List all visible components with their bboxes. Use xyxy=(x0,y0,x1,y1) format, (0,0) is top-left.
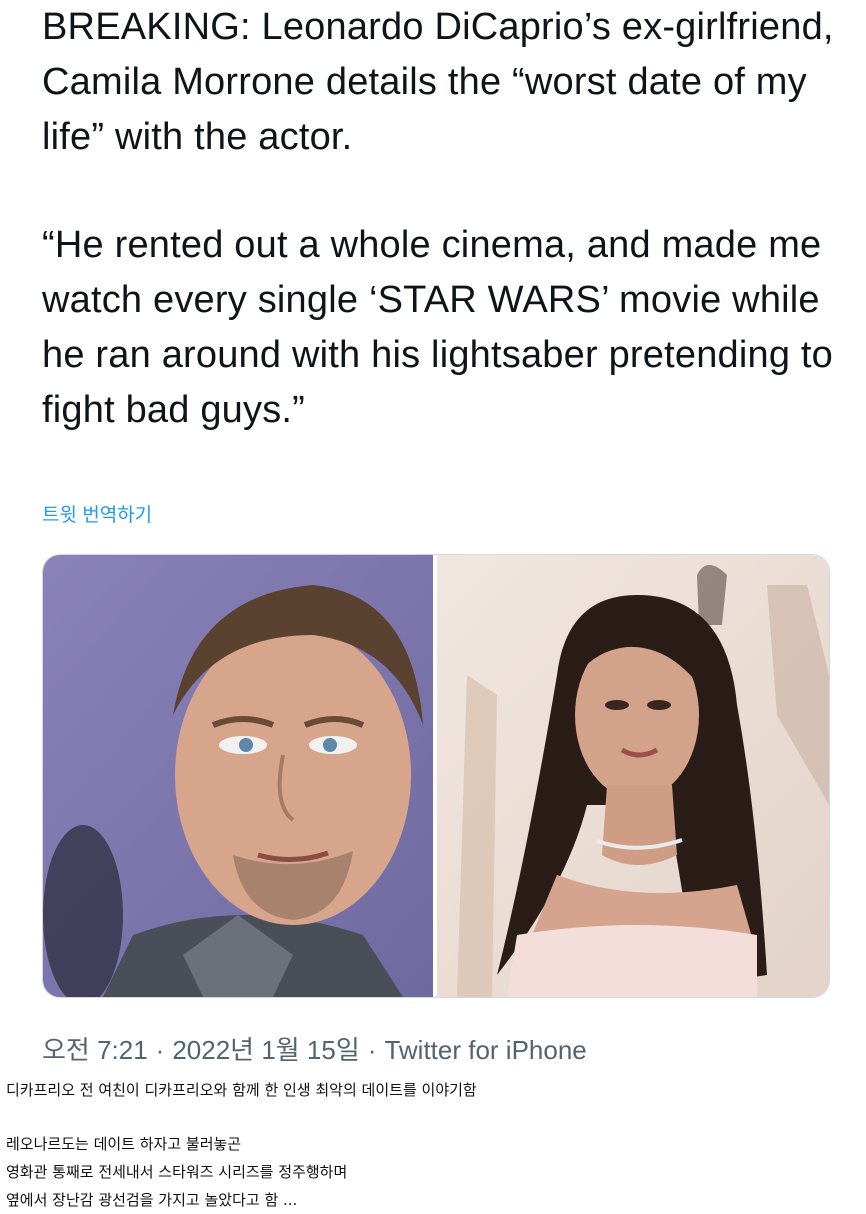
tweet-headline: BREAKING: Leonardo DiCaprio’s ex-girlfri… xyxy=(42,6,834,158)
meta-separator: · xyxy=(367,1035,377,1065)
tweet-source: Twitter for iPhone xyxy=(384,1035,587,1065)
tweet-text: BREAKING: Leonardo DiCaprio’s ex-girlfri… xyxy=(42,0,842,431)
comment-line: 영화관 통째로 전세내서 스타워즈 시리즈를 정주행하며 xyxy=(6,1163,348,1181)
woman-portrait-image[interactable] xyxy=(437,555,829,997)
tweet-date: 2022년 1월 15일 xyxy=(172,1035,360,1065)
tweet-quote: “He rented out a whole cinema, and made … xyxy=(42,224,834,431)
tweet-time: 오전 7:21 xyxy=(42,1035,148,1065)
comment-line: 디카프리오 전 여친이 디카프리오와 함께 한 인생 최악의 데이트를 이야기함 xyxy=(6,1081,477,1099)
tweet-media[interactable] xyxy=(42,554,830,998)
translate-tweet-link[interactable]: 트윗 번역하기 xyxy=(42,500,152,527)
meta-separator: · xyxy=(155,1035,165,1065)
tweet-time-link[interactable]: 오전 7:21 · 2022년 1월 15일 xyxy=(42,1035,360,1065)
man-portrait-image[interactable] xyxy=(43,555,433,997)
comment-line: 레오나르도는 데이트 하자고 불러놓곤 xyxy=(6,1135,242,1153)
comment-line: 옆에서 장난감 광선검을 가지고 놀았다고 함 ... xyxy=(6,1191,298,1209)
tweet-meta: 오전 7:21 · 2022년 1월 15일 · Twitter for iPhone xyxy=(42,1030,587,1067)
